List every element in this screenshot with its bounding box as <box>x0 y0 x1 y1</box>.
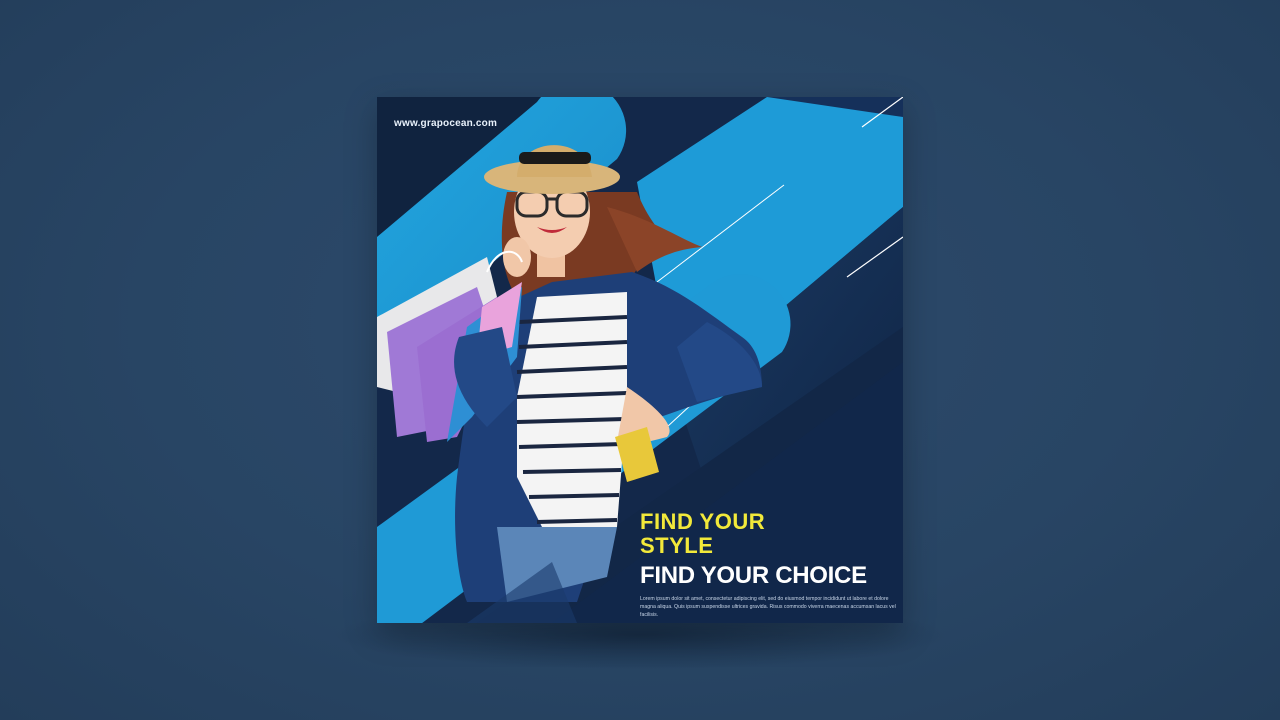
headline-line-2: STYLE <box>640 533 714 558</box>
headline-line-1: FIND YOUR <box>640 509 766 534</box>
body-copy: Lorem ipsum dolor sit amet, consectetur … <box>640 596 896 618</box>
headline: FIND YOUR STYLE <box>640 510 840 558</box>
subheadline: FIND YOUR CHOICE <box>640 562 867 589</box>
website-url: www.grapocean.com <box>394 118 498 129</box>
social-post-flyer: www.grapocean.com FIND YOUR STYLE FIND Y… <box>377 97 903 623</box>
